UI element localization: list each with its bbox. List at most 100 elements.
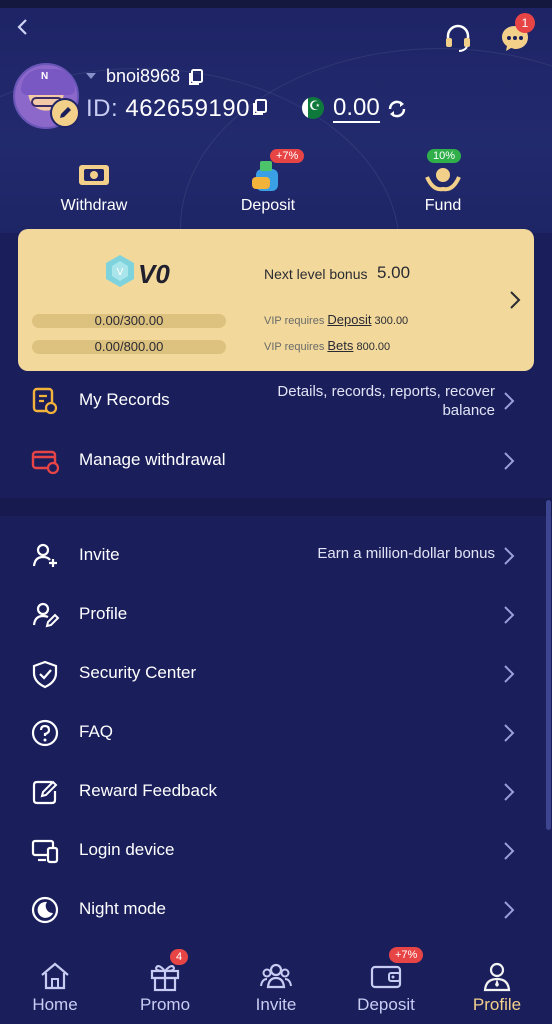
bottom-nav: Home 4 Promo Invite +7% Deposit Profile bbox=[0, 947, 552, 1024]
menu-label: Manage withdrawal bbox=[79, 450, 226, 469]
support-button[interactable] bbox=[440, 20, 476, 56]
pakistan-flag-icon bbox=[302, 97, 324, 119]
avatar-letter: N bbox=[41, 71, 49, 82]
pencil-icon bbox=[60, 107, 71, 118]
message-count-badge: 1 bbox=[515, 13, 535, 33]
nav-label: Profile bbox=[472, 995, 522, 1014]
menu-faq[interactable]: FAQ bbox=[0, 704, 552, 762]
nav-profile[interactable]: Profile bbox=[452, 959, 542, 1015]
money-bag-icon: +7% bbox=[248, 149, 305, 195]
menu-manage-withdrawal[interactable]: Manage withdrawal bbox=[0, 432, 552, 490]
withdraw-button[interactable]: Withdraw bbox=[34, 155, 154, 215]
menu-label: Reward Feedback bbox=[79, 781, 217, 800]
menu-hint-line: balance bbox=[442, 402, 495, 419]
deposit-bonus-badge: +7% bbox=[389, 947, 424, 963]
menu-my-records[interactable]: My Records Details, records, reports, re… bbox=[0, 372, 552, 430]
menu-label: My Records bbox=[79, 390, 170, 409]
fund-label: Fund bbox=[424, 197, 462, 214]
chevron-right-icon bbox=[508, 289, 522, 311]
menu-hint: Details, records, reports, recover balan… bbox=[277, 382, 495, 420]
nav-label: Invite bbox=[255, 995, 297, 1014]
person-icon bbox=[480, 959, 514, 993]
home-icon bbox=[38, 959, 72, 993]
profile-edit-icon bbox=[30, 600, 60, 630]
back-button[interactable] bbox=[10, 14, 36, 40]
bets-progress-text: 0.00/800.00 bbox=[94, 339, 164, 354]
deposit-requirement-amount: 300.00 bbox=[374, 315, 409, 327]
menu-profile[interactable]: Profile bbox=[0, 586, 552, 644]
refresh-icon bbox=[388, 100, 406, 118]
chevron-right-icon bbox=[502, 781, 516, 803]
vip-card[interactable]: V V0 Next level bonus 5.00 0.00/300.00 0… bbox=[18, 229, 534, 371]
invite-user-icon bbox=[30, 541, 60, 571]
menu-night-mode[interactable]: Night mode bbox=[0, 881, 552, 939]
feedback-edit-icon bbox=[30, 777, 60, 807]
chevron-right-icon bbox=[502, 545, 516, 567]
gift-icon: 4 bbox=[148, 949, 189, 993]
menu-label: Night mode bbox=[79, 899, 166, 918]
bets-link[interactable]: Bets bbox=[327, 338, 353, 353]
records-icon bbox=[30, 386, 60, 416]
copy-icon bbox=[253, 99, 267, 115]
username: bnoi8968 bbox=[106, 66, 181, 86]
shield-check-icon bbox=[30, 659, 60, 689]
svg-text:V: V bbox=[117, 267, 124, 278]
vip-gem-icon: V bbox=[102, 253, 138, 289]
edit-avatar-button[interactable] bbox=[50, 98, 80, 128]
deposit-bonus-badge: +7% bbox=[270, 149, 305, 163]
menu-login-device[interactable]: Login device bbox=[0, 822, 552, 880]
copy-id-button[interactable] bbox=[250, 97, 270, 117]
copy-username-button[interactable] bbox=[186, 67, 206, 87]
balance-value: 0.00 bbox=[333, 94, 380, 123]
hands-coin-icon: 10% bbox=[423, 149, 463, 195]
requires-label: VIP requires bbox=[264, 315, 325, 327]
menu-security-center[interactable]: Security Center bbox=[0, 645, 552, 703]
chevron-right-icon bbox=[502, 840, 516, 862]
devices-icon bbox=[30, 836, 60, 866]
chevron-right-icon bbox=[502, 722, 516, 744]
withdraw-label: Withdraw bbox=[60, 197, 128, 214]
chevron-left-icon bbox=[17, 19, 27, 35]
deposit-label: Deposit bbox=[240, 197, 296, 214]
requires-label: VIP requires bbox=[264, 341, 325, 353]
fund-button[interactable]: 10% Fund bbox=[383, 149, 503, 215]
next-level-bonus-value: 5.00 bbox=[377, 263, 411, 282]
nav-promo[interactable]: 4 Promo bbox=[120, 949, 210, 1015]
menu-hint-line: Details, records, reports, recover bbox=[277, 383, 495, 400]
nav-deposit[interactable]: +7% Deposit bbox=[341, 947, 431, 1015]
menu-label: Invite bbox=[79, 545, 120, 564]
nav-label: Home bbox=[32, 995, 78, 1014]
vip-level: V0 bbox=[138, 259, 170, 289]
moon-icon bbox=[30, 895, 60, 925]
chevron-right-icon bbox=[502, 390, 516, 412]
deposit-requirement: VIP requires Deposit 300.00 bbox=[264, 312, 408, 327]
deposit-link[interactable]: Deposit bbox=[327, 312, 371, 327]
next-level-bonus-label: Next level bonus bbox=[264, 266, 368, 282]
nav-label: Deposit bbox=[357, 995, 415, 1014]
ticket-icon bbox=[74, 155, 114, 195]
user-id: ID: 462659190 bbox=[86, 95, 250, 123]
nav-home[interactable]: Home bbox=[10, 959, 100, 1015]
menu-hint: Earn a million-dollar bonus bbox=[317, 545, 495, 562]
menu-reward-feedback[interactable]: Reward Feedback bbox=[0, 763, 552, 821]
status-strip bbox=[0, 0, 552, 8]
promo-count-badge: 4 bbox=[170, 949, 189, 965]
menu-label: FAQ bbox=[79, 722, 114, 741]
deposit-progress-text: 0.00/300.00 bbox=[94, 313, 164, 328]
refresh-balance-button[interactable] bbox=[386, 98, 408, 120]
nav-label: Promo bbox=[139, 995, 191, 1014]
copy-icon bbox=[189, 69, 203, 85]
bets-requirement-amount: 800.00 bbox=[356, 341, 391, 353]
wallet-icon: +7% bbox=[369, 947, 424, 993]
card-gear-icon bbox=[30, 446, 60, 476]
question-circle-icon bbox=[30, 718, 60, 748]
user-id-value: 462659190 bbox=[125, 95, 250, 122]
menu-label: Login device bbox=[79, 840, 175, 859]
menu-label: Security Center bbox=[79, 663, 197, 682]
nav-invite[interactable]: Invite bbox=[231, 959, 321, 1015]
chevron-right-icon bbox=[502, 899, 516, 921]
menu-invite[interactable]: Invite Earn a million-dollar bonus bbox=[0, 527, 552, 585]
chevron-right-icon bbox=[502, 450, 516, 472]
deposit-progress-bar: 0.00/300.00 bbox=[32, 313, 226, 328]
deposit-quick-button[interactable]: +7% Deposit bbox=[208, 149, 328, 215]
